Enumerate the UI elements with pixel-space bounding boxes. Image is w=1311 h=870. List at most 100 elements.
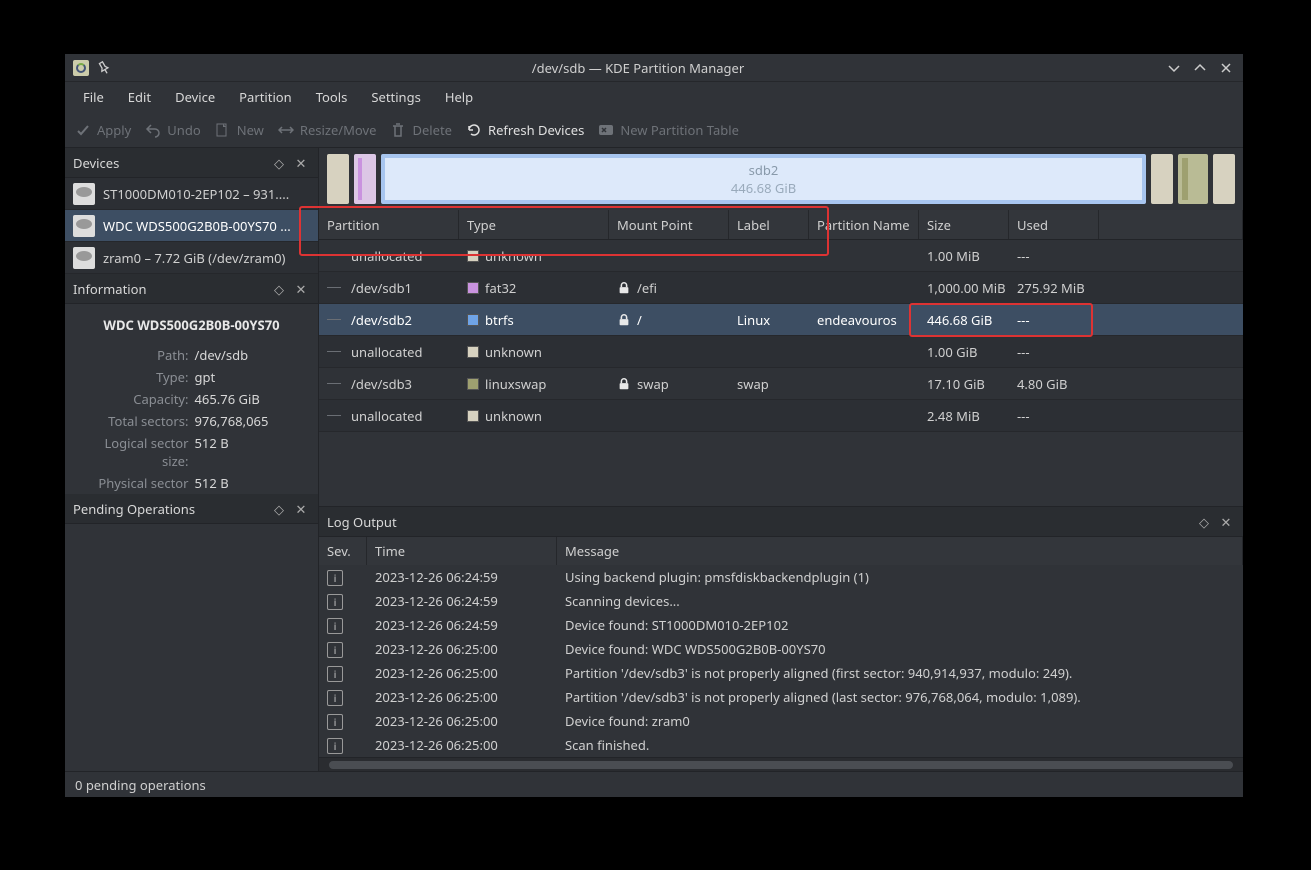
cell-sev: i xyxy=(319,640,367,658)
cell-time: 2023-12-26 06:25:00 xyxy=(367,664,557,682)
cell-sev: i xyxy=(319,592,367,610)
col-sev[interactable]: Sev. xyxy=(319,537,367,565)
detach-icon[interactable]: ◇ xyxy=(270,154,288,172)
log-row[interactable]: i 2023-12-26 06:24:59 Using backend plug… xyxy=(319,565,1243,589)
info-key: Total sectors: xyxy=(75,412,189,430)
table-row[interactable]: /dev/sdb3 linuxswap swap swap 17.10 GiB … xyxy=(319,368,1243,400)
tool-refresh[interactable]: Refresh Devices xyxy=(466,121,584,139)
information-header: Information ◇ ✕ xyxy=(65,274,318,304)
cell-time: 2023-12-26 06:25:00 xyxy=(367,640,557,658)
log-row[interactable]: i 2023-12-26 06:25:00 Partition '/dev/sd… xyxy=(319,685,1243,709)
col-type[interactable]: Type xyxy=(459,210,609,239)
cell-partition: /dev/sdb1 xyxy=(319,279,459,297)
cell-label: Linux xyxy=(729,311,809,329)
table-row[interactable]: unallocated unknown 2.48 MiB --- xyxy=(319,400,1243,432)
information-body: WDC WDS500G2B0B-00YS70 Path:/dev/sdbType… xyxy=(65,304,318,494)
menu-device[interactable]: Device xyxy=(163,82,227,112)
table-row[interactable]: /dev/sdb1 fat32 /efi 1,000.00 MiB 275.92… xyxy=(319,272,1243,304)
device-row[interactable]: WDC WDS500G2B0B-00YS70 ... xyxy=(65,210,318,242)
col-size[interactable]: Size xyxy=(919,210,1009,239)
col-time[interactable]: Time xyxy=(367,537,557,565)
log-row[interactable]: i 2023-12-26 06:25:00 Device found: zram… xyxy=(319,709,1243,733)
detach-icon[interactable]: ◇ xyxy=(270,280,288,298)
close-panel-icon[interactable]: ✕ xyxy=(1217,513,1235,531)
gblock-sdb2[interactable]: sdb2 446.68 GiB xyxy=(381,154,1146,204)
hdd-icon xyxy=(73,215,95,237)
info-severity-icon: i xyxy=(327,690,343,706)
menu-tools[interactable]: Tools xyxy=(304,82,360,112)
menu-file[interactable]: File xyxy=(71,82,116,112)
gblock-unalloc[interactable] xyxy=(327,154,349,204)
col-used[interactable]: Used xyxy=(1009,210,1099,239)
pin-icon[interactable] xyxy=(94,58,113,77)
close-panel-icon[interactable]: ✕ xyxy=(292,280,310,298)
cell-used: --- xyxy=(1009,311,1099,329)
info-severity-icon: i xyxy=(327,594,343,610)
close-panel-icon[interactable]: ✕ xyxy=(292,500,310,518)
table-row[interactable]: unallocated unknown 1.00 MiB --- xyxy=(319,240,1243,272)
cell-size: 1,000.00 MiB xyxy=(919,279,1009,297)
type-swatch xyxy=(467,250,479,262)
info-value: 465.76 GiB xyxy=(195,390,309,408)
col-msg[interactable]: Message xyxy=(557,537,1243,565)
menubar: File Edit Device Partition Tools Setting… xyxy=(65,82,1243,112)
cell-sev: i xyxy=(319,688,367,706)
type-swatch xyxy=(467,282,479,294)
cell-used: 275.92 MiB xyxy=(1009,279,1099,297)
close-icon[interactable] xyxy=(1217,59,1235,77)
cell-time: 2023-12-26 06:25:00 xyxy=(367,712,557,730)
log-row[interactable]: i 2023-12-26 06:25:00 Scan finished. xyxy=(319,733,1243,757)
cell-msg: Partition '/dev/sdb3' is not properly al… xyxy=(557,664,1243,682)
menu-partition[interactable]: Partition xyxy=(227,82,304,112)
table-row[interactable]: unallocated unknown 1.00 GiB --- xyxy=(319,336,1243,368)
info-severity-icon: i xyxy=(327,666,343,682)
devices-list: ST1000DM010-2EP102 – 931.... WDC WDS500G… xyxy=(65,178,318,274)
menu-edit[interactable]: Edit xyxy=(116,82,163,112)
cell-partition: /dev/sdb3 xyxy=(319,375,459,393)
close-panel-icon[interactable]: ✕ xyxy=(292,154,310,172)
cell-size: 17.10 GiB xyxy=(919,375,1009,393)
cell-msg: Device found: zram0 xyxy=(557,712,1243,730)
device-row[interactable]: zram0 – 7.72 GiB (/dev/zram0) xyxy=(65,242,318,274)
menu-settings[interactable]: Settings xyxy=(359,82,432,112)
cell-sev: i xyxy=(319,664,367,682)
device-row[interactable]: ST1000DM010-2EP102 – 931.... xyxy=(65,178,318,210)
log-row[interactable]: i 2023-12-26 06:25:00 Partition '/dev/sd… xyxy=(319,661,1243,685)
tool-new-table: New Partition Table xyxy=(598,121,739,139)
titlebar[interactable]: /dev/sdb — KDE Partition Manager xyxy=(65,54,1243,82)
col-name[interactable]: Partition Name xyxy=(809,210,919,239)
app-window: /dev/sdb — KDE Partition Manager File Ed… xyxy=(64,53,1244,798)
maximize-icon[interactable] xyxy=(1191,59,1209,77)
minimize-icon[interactable] xyxy=(1165,59,1183,77)
log-row[interactable]: i 2023-12-26 06:25:00 Device found: WDC … xyxy=(319,637,1243,661)
cell-time: 2023-12-26 06:24:59 xyxy=(367,568,557,586)
table-row[interactable]: /dev/sdb2 btrfs / Linux endeavouros 446.… xyxy=(319,304,1243,336)
log-row[interactable]: i 2023-12-26 06:24:59 Device found: ST10… xyxy=(319,613,1243,637)
gblock-sdb1[interactable] xyxy=(354,154,376,204)
cell-sev: i xyxy=(319,568,367,586)
detach-icon[interactable]: ◇ xyxy=(270,500,288,518)
information-title: Information xyxy=(73,280,147,298)
horizontal-scrollbar[interactable] xyxy=(319,757,1243,771)
resize-icon xyxy=(278,122,294,138)
col-mount[interactable]: Mount Point xyxy=(609,210,729,239)
info-value: 512 B xyxy=(195,434,309,470)
col-partition[interactable]: Partition xyxy=(319,210,459,239)
gblock-sdb3[interactable] xyxy=(1178,154,1208,204)
log-row[interactable]: i 2023-12-26 06:24:59 Scanning devices..… xyxy=(319,589,1243,613)
info-row: Logical sector size:512 B xyxy=(75,432,308,472)
cell-partition: unallocated xyxy=(319,343,459,361)
cell-sev: i xyxy=(319,736,367,754)
cell-type: unknown xyxy=(459,247,609,265)
cell-msg: Scan finished. xyxy=(557,736,1243,754)
gblock-unalloc[interactable] xyxy=(1213,154,1235,204)
partition-graphical: sdb2 446.68 GiB xyxy=(319,148,1243,210)
type-swatch xyxy=(467,314,479,326)
menu-help[interactable]: Help xyxy=(433,82,485,112)
type-swatch xyxy=(467,410,479,422)
cell-time: 2023-12-26 06:24:59 xyxy=(367,592,557,610)
cell-used: --- xyxy=(1009,343,1099,361)
gblock-unalloc[interactable] xyxy=(1151,154,1173,204)
col-label[interactable]: Label xyxy=(729,210,809,239)
detach-icon[interactable]: ◇ xyxy=(1195,513,1213,531)
